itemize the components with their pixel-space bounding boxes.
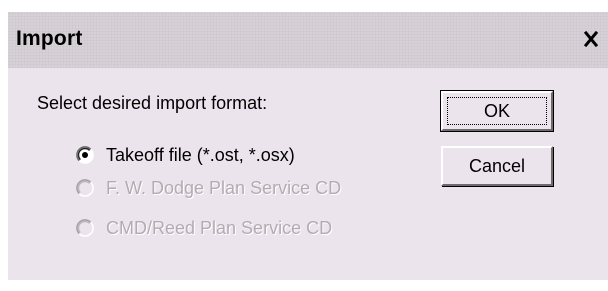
title-bar[interactable]: Import <box>8 12 608 68</box>
close-icon <box>583 30 599 48</box>
radio-selected-icon[interactable] <box>76 146 94 164</box>
ok-button-label: OK <box>483 100 510 121</box>
option-label: Takeoff file (*.ost, *.osx) <box>106 144 295 165</box>
window-title: Import <box>16 27 83 50</box>
radio-unselected-icon <box>76 179 94 197</box>
format-prompt: Select desired import format: <box>37 93 268 113</box>
option-fw-dodge: F. W. Dodge Plan Service CD <box>76 177 341 199</box>
option-takeoff-file[interactable]: Takeoff file (*.ost, *.osx) <box>76 144 295 166</box>
radio-unselected-icon <box>76 219 94 237</box>
ok-button[interactable]: OK <box>440 90 554 132</box>
close-button[interactable] <box>578 26 604 52</box>
option-label: CMD/Reed Plan Service CD <box>106 217 333 238</box>
cancel-button-label: Cancel <box>468 155 526 176</box>
option-label: F. W. Dodge Plan Service CD <box>106 177 342 198</box>
option-cmd-reed: CMD/Reed Plan Service CD <box>76 217 332 239</box>
import-dialog: Import Select desired import format: Tak… <box>8 12 608 280</box>
cancel-button[interactable]: Cancel <box>441 146 553 186</box>
